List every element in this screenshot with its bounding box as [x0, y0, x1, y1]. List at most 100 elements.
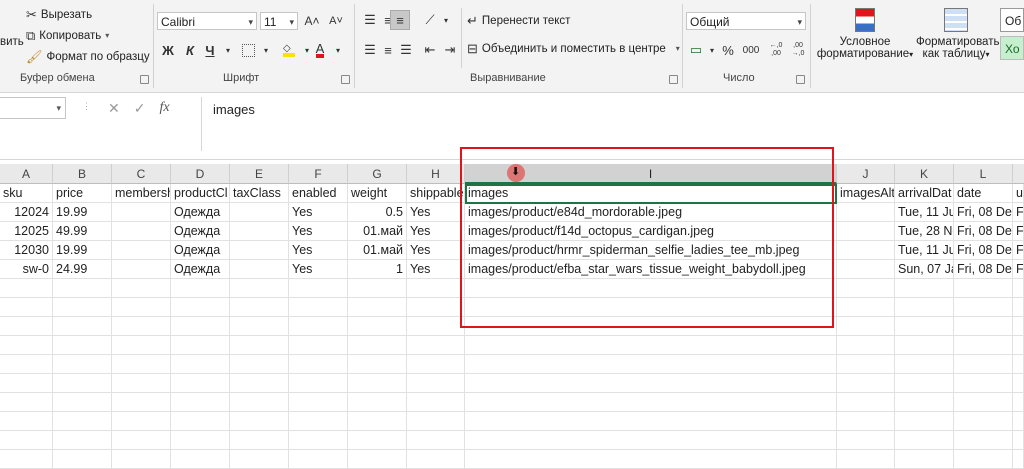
header-cell[interactable]: weight: [348, 184, 407, 203]
table-cell[interactable]: [465, 412, 837, 431]
table-cell[interactable]: [348, 317, 407, 336]
column-header-c[interactable]: C: [112, 164, 171, 184]
header-cell[interactable]: up: [1013, 184, 1024, 203]
table-cell[interactable]: 01.май: [348, 241, 407, 260]
table-cell[interactable]: 01.май: [348, 222, 407, 241]
table-cell[interactable]: [112, 222, 171, 241]
table-cell[interactable]: [1013, 336, 1024, 355]
table-cell[interactable]: [954, 450, 1013, 469]
table-cell[interactable]: [289, 336, 348, 355]
table-cell[interactable]: [465, 431, 837, 450]
table-cell[interactable]: [954, 336, 1013, 355]
table-cell[interactable]: Fr: [1013, 241, 1024, 260]
table-cell[interactable]: [0, 374, 53, 393]
alignment-dialog-launcher-icon[interactable]: [669, 75, 678, 84]
table-cell[interactable]: [230, 260, 289, 279]
table-cell[interactable]: [230, 203, 289, 222]
table-cell[interactable]: Yes: [407, 260, 465, 279]
header-cell[interactable]: enabled: [289, 184, 348, 203]
table-cell[interactable]: Одежда: [171, 241, 230, 260]
column-header-m[interactable]: [1013, 164, 1024, 184]
table-cell[interactable]: [837, 241, 895, 260]
table-cell[interactable]: [895, 298, 954, 317]
table-cell[interactable]: images/product/hrmr_spiderman_selfie_lad…: [465, 241, 837, 260]
table-cell[interactable]: [171, 412, 230, 431]
table-cell[interactable]: [407, 298, 465, 317]
table-cell[interactable]: [0, 393, 53, 412]
font-dialog-launcher-icon[interactable]: [341, 75, 350, 84]
align-right-button[interactable]: ☰: [396, 40, 416, 60]
table-cell[interactable]: [895, 336, 954, 355]
table-cell[interactable]: [230, 279, 289, 298]
table-cell[interactable]: [0, 450, 53, 469]
table-cell[interactable]: [230, 355, 289, 374]
table-cell[interactable]: [171, 298, 230, 317]
table-cell[interactable]: [53, 317, 112, 336]
table-cell[interactable]: [954, 355, 1013, 374]
cancel-icon[interactable]: ✕: [108, 100, 120, 117]
underline-dropdown[interactable]: ▾: [218, 40, 238, 60]
table-cell[interactable]: [289, 355, 348, 374]
header-cell[interactable]: shippable: [407, 184, 465, 203]
fill-color-button[interactable]: ◇: [279, 40, 299, 60]
table-cell[interactable]: [0, 412, 53, 431]
increase-indent-button[interactable]: ⇥: [440, 40, 460, 60]
table-cell[interactable]: [954, 431, 1013, 450]
table-cell[interactable]: [53, 412, 112, 431]
column-header-b[interactable]: B: [53, 164, 112, 184]
font-size-combo[interactable]: 11 ▾: [260, 12, 298, 30]
table-cell[interactable]: [1013, 374, 1024, 393]
borders-dropdown[interactable]: ▾: [256, 40, 276, 60]
table-cell[interactable]: [895, 374, 954, 393]
column-header-h[interactable]: H: [407, 164, 465, 184]
table-cell[interactable]: [112, 203, 171, 222]
table-cell[interactable]: [1013, 450, 1024, 469]
table-cell[interactable]: [53, 355, 112, 374]
table-cell[interactable]: [895, 431, 954, 450]
table-cell[interactable]: [465, 374, 837, 393]
font-color-dropdown[interactable]: ▾: [328, 40, 348, 60]
column-header-d[interactable]: D: [171, 164, 230, 184]
table-cell[interactable]: [348, 279, 407, 298]
column-header-f[interactable]: F: [289, 164, 348, 184]
paste-button[interactable]: вить: [0, 36, 24, 48]
number-dialog-launcher-icon[interactable]: [796, 75, 805, 84]
table-cell[interactable]: Tue, 28 No: [895, 222, 954, 241]
header-cell[interactable]: price: [53, 184, 112, 203]
table-cell[interactable]: [289, 431, 348, 450]
table-cell[interactable]: Fr: [1013, 203, 1024, 222]
table-cell[interactable]: Sun, 07 Ja: [895, 260, 954, 279]
header-cell[interactable]: membersh: [112, 184, 171, 203]
table-cell[interactable]: [112, 393, 171, 412]
table-cell[interactable]: [171, 431, 230, 450]
table-cell[interactable]: [53, 393, 112, 412]
table-cell[interactable]: [112, 355, 171, 374]
table-cell[interactable]: Yes: [407, 222, 465, 241]
table-cell[interactable]: Yes: [289, 260, 348, 279]
table-cell[interactable]: [171, 279, 230, 298]
table-cell[interactable]: [954, 374, 1013, 393]
decrease-decimal-button[interactable]: ,00 →,0: [788, 40, 808, 60]
table-cell[interactable]: 49.99: [53, 222, 112, 241]
table-cell[interactable]: [837, 336, 895, 355]
table-cell[interactable]: 12025: [0, 222, 53, 241]
table-cell[interactable]: [112, 317, 171, 336]
table-cell[interactable]: [954, 393, 1013, 412]
table-cell[interactable]: [465, 355, 837, 374]
table-cell[interactable]: [407, 393, 465, 412]
table-cell[interactable]: [230, 298, 289, 317]
table-cell[interactable]: [53, 450, 112, 469]
table-cell[interactable]: [289, 393, 348, 412]
table-cell[interactable]: [895, 412, 954, 431]
table-cell[interactable]: [895, 355, 954, 374]
table-cell[interactable]: [0, 355, 53, 374]
table-cell[interactable]: [465, 317, 837, 336]
table-cell[interactable]: [465, 279, 837, 298]
table-cell[interactable]: [407, 317, 465, 336]
table-cell[interactable]: [1013, 317, 1024, 336]
orientation-dropdown[interactable]: ▾: [436, 10, 456, 30]
table-cell[interactable]: [348, 374, 407, 393]
table-cell[interactable]: 12024: [0, 203, 53, 222]
header-cell[interactable]: images: [465, 184, 837, 203]
align-left-button[interactable]: ☰: [360, 40, 380, 60]
